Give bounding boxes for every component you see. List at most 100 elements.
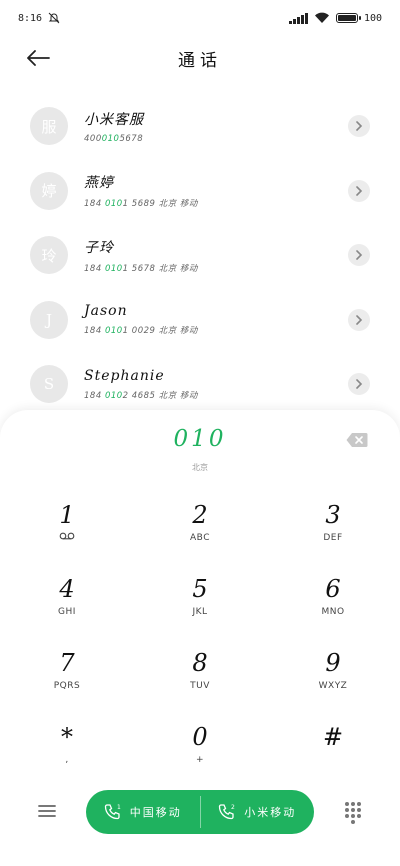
key-letters: JKL [192, 607, 208, 617]
contact-number: 4000105678 [84, 134, 144, 144]
key-digit: 9 [325, 649, 341, 677]
key-digit: 2 [192, 501, 208, 529]
contact-name: 燕婷 [84, 175, 114, 192]
page-title: 通话 [178, 51, 222, 71]
chevron-right-icon [356, 121, 363, 132]
svg-text:2: 2 [231, 804, 236, 811]
key-digit: 0 [192, 723, 208, 751]
contact-row[interactable]: J Jason 184 0101 0029 北京 移动 [0, 288, 400, 353]
number-match: 010 [104, 326, 123, 337]
sim2-label: 小米移动 [244, 806, 297, 819]
contact-row[interactable]: 婷 燕婷 184 0101 5689 北京 移动 [0, 159, 400, 224]
battery-level: 100 [363, 12, 382, 24]
key-digit: 6 [325, 575, 341, 603]
key-letters [17, 532, 117, 544]
phone-sim2-icon: 2 [219, 804, 236, 820]
bell-muted-icon [48, 12, 60, 24]
key-digit: 7 [59, 649, 75, 677]
key-digit: 1 [59, 501, 75, 529]
number-suffix: 1 5689 [122, 199, 156, 210]
key-5[interactable]: 5 JKL [150, 574, 250, 634]
number-match: 010 [101, 133, 120, 144]
phone-sim1-icon: 1 [104, 804, 122, 820]
call-buttons: 1 中国移动 2 小米移动 [86, 790, 314, 834]
number-suffix: 1 5678 [122, 263, 156, 274]
chevron-right-icon [356, 250, 363, 261]
contact-info: 燕婷 184 0101 5689 北京 移动 [84, 172, 198, 209]
key-2[interactable]: 2 ABC [150, 500, 250, 560]
menu-button[interactable] [36, 800, 58, 822]
backspace-button[interactable] [346, 432, 368, 448]
battery-icon [335, 13, 361, 23]
key-digit: # [322, 723, 344, 751]
contact-detail-button[interactable] [348, 179, 370, 202]
status-left: 8:16 [18, 12, 60, 24]
contact-name: 小米客服 [84, 111, 144, 128]
number-prefix: 400 [84, 133, 102, 144]
number-match: 010 [104, 199, 123, 210]
contact-info: 小米客服 4000105678 [84, 109, 144, 144]
number-prefix: 184 [84, 199, 105, 210]
call-bar: 1 中国移动 2 小米移动 [0, 790, 400, 834]
contact-number: 184 0101 0029 北京 移动 [84, 324, 198, 336]
key-hash[interactable]: # [283, 722, 383, 782]
avatar: 服 [30, 107, 68, 146]
dialed-number[interactable]: 010 [0, 426, 400, 452]
contact-detail-button[interactable] [348, 308, 370, 331]
wifi-icon [314, 12, 329, 23]
avatar: S [30, 365, 68, 404]
key-letters: TUV [190, 681, 210, 691]
key-8[interactable]: 8 TUV [150, 648, 250, 708]
contact-name: Jason [84, 303, 128, 320]
contact-row[interactable]: 服 小米客服 4000105678 [0, 94, 400, 159]
svg-text:1: 1 [117, 804, 122, 811]
header: 通话 [0, 36, 400, 80]
contact-info: 子玲 184 0101 5678 北京 移动 [84, 237, 198, 274]
key-digit: * [61, 723, 73, 751]
dialed-location: 北京 [192, 463, 208, 472]
chevron-right-icon [356, 379, 363, 390]
key-digit: 3 [325, 501, 341, 529]
number-prefix: 184 [84, 326, 105, 337]
number-prefix: 184 [84, 390, 105, 401]
signal-icon [288, 12, 308, 24]
key-6[interactable]: 6 MNO [283, 574, 383, 634]
key-digit: 4 [59, 575, 75, 603]
key-1[interactable]: 1 [17, 500, 117, 560]
key-0[interactable]: 0 + [150, 722, 250, 782]
contact-number: 184 0101 5678 北京 移动 [84, 262, 198, 274]
contact-location: 北京 移动 [158, 326, 198, 337]
contact-name: 子玲 [84, 239, 114, 256]
contact-number: 184 0101 5689 北京 移动 [84, 197, 198, 209]
contact-row[interactable]: 玲 子玲 184 0101 5678 北京 移动 [0, 223, 400, 288]
contact-detail-button[interactable] [348, 115, 370, 138]
status-bar: 8:16 100 [0, 0, 400, 36]
number-suffix: 1 0029 [122, 326, 156, 337]
key-letters: PQRS [53, 681, 81, 691]
keypad-toggle-button[interactable] [342, 800, 364, 824]
contact-location: 北京 移动 [158, 263, 198, 274]
key-digit: 5 [192, 575, 208, 603]
call-sim1-button[interactable]: 1 中国移动 [86, 790, 200, 834]
key-letters: + [195, 755, 205, 765]
chevron-right-icon [356, 314, 363, 325]
key-7[interactable]: 7 PQRS [17, 648, 117, 708]
key-star[interactable]: * , [17, 722, 117, 782]
contact-detail-button[interactable] [348, 244, 370, 267]
contact-name: Stephanie [84, 367, 165, 384]
key-9[interactable]: 9 WXYZ [283, 648, 383, 708]
avatar: 婷 [30, 171, 68, 210]
key-letters: GHI [58, 607, 76, 617]
hamburger-menu-icon [38, 805, 56, 817]
key-3[interactable]: 3 DEF [283, 500, 383, 560]
contact-info: Stephanie 184 0102 4685 北京 移动 [84, 368, 198, 401]
number-match: 010 [104, 263, 123, 274]
contact-number: 184 0102 4685 北京 移动 [84, 389, 198, 401]
sim1-label: 中国移动 [129, 806, 182, 819]
contact-detail-button[interactable] [348, 373, 370, 396]
contact-row[interactable]: S Stephanie 184 0102 4685 北京 移动 [0, 352, 400, 417]
call-sim2-button[interactable]: 2 小米移动 [201, 790, 315, 834]
key-4[interactable]: 4 GHI [17, 574, 117, 634]
key-digit: 8 [192, 649, 208, 677]
number-suffix: 5678 [119, 133, 144, 144]
